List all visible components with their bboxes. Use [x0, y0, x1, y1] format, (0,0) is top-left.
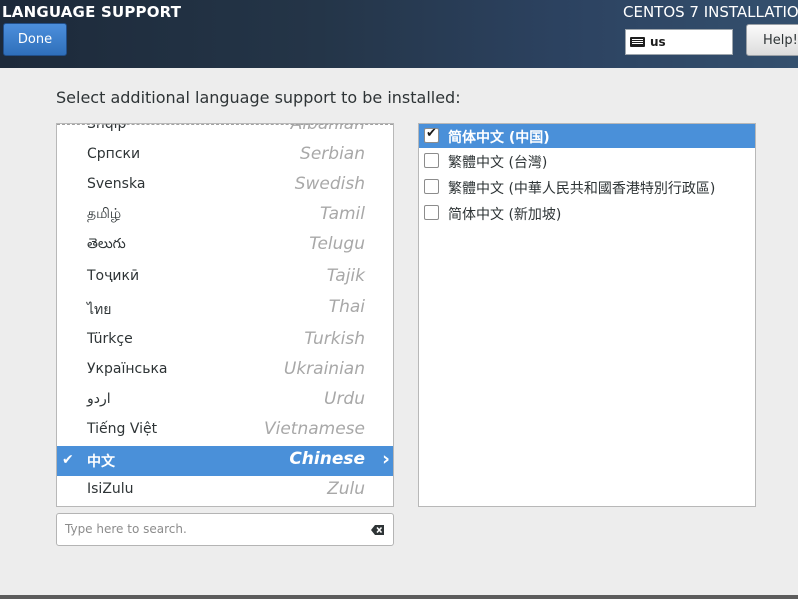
locale-label: 简体中文 (中国) — [448, 130, 550, 146]
language-row[interactable]: Svenska Swedish — [57, 171, 393, 201]
page-title: LANGUAGE SUPPORT — [2, 3, 182, 21]
language-row[interactable]: Српски Serbian — [57, 141, 393, 171]
locale-checkbox[interactable] — [424, 179, 439, 194]
language-native-name: Türkçe — [87, 331, 133, 347]
language-english-name: Tajik — [326, 266, 365, 286]
bottom-border — [0, 595, 798, 599]
language-native-name: Tiếng Việt — [87, 421, 158, 437]
keyboard-layout-label: us — [650, 35, 666, 49]
language-english-name: Chinese — [289, 449, 365, 469]
language-english-name: Tamil — [319, 204, 365, 224]
language-english-name: Thai — [328, 297, 365, 317]
language-native-name: IsiZulu — [87, 481, 134, 497]
language-native-name: اردو — [87, 391, 111, 407]
language-english-name: Zulu — [327, 479, 365, 499]
language-row[interactable]: தமிழ் Tamil — [57, 201, 393, 231]
clear-icon[interactable] — [371, 523, 385, 537]
keyboard-layout-indicator[interactable]: us — [625, 29, 733, 55]
language-native-name: 中文 — [87, 454, 115, 470]
help-button[interactable]: Help! — [746, 24, 798, 56]
language-row[interactable]: Тоҷикӣ Tajik — [57, 263, 393, 293]
locale-row[interactable]: 简体中文 (新加坡) — [419, 201, 755, 225]
language-row-selected[interactable]: ✔ 中文 Chinese › — [57, 446, 393, 476]
checkmark-icon: ✔ — [62, 452, 74, 468]
language-native-name: தமிழ் — [87, 206, 122, 222]
language-english-name: Urdu — [324, 389, 365, 409]
done-button[interactable]: Done — [3, 23, 67, 56]
language-row[interactable]: Shqip Albanian — [57, 124, 393, 141]
list-scroll-edge — [57, 124, 393, 125]
language-row[interactable]: ไทย Thai — [57, 294, 393, 324]
language-row[interactable]: IsiZulu Zulu — [57, 476, 393, 506]
language-native-name: Тоҷикӣ — [87, 268, 140, 284]
language-native-name: Українська — [87, 361, 168, 377]
language-row[interactable]: Türkçe Turkish — [57, 326, 393, 356]
product-title: CENTOS 7 INSTALLATION — [623, 3, 798, 21]
locale-row-selected[interactable]: 简体中文 (中国) — [419, 124, 755, 148]
search-placeholder: Type here to search. — [65, 522, 187, 536]
locale-checkbox[interactable] — [424, 205, 439, 220]
keyboard-icon — [630, 37, 645, 47]
locale-checkbox[interactable] — [424, 153, 439, 168]
language-english-name: Ukrainian — [283, 359, 365, 379]
locale-list[interactable]: 简体中文 (中国) 繁體中文 (台灣) 繁體中文 (中華人民共和國香港特別行政區… — [418, 123, 756, 507]
language-list[interactable]: Shqip Albanian Српски Serbian Svenska Sw… — [56, 123, 394, 507]
language-english-name: Vietnamese — [263, 419, 365, 439]
language-native-name: Српски — [87, 146, 141, 162]
header-bar: LANGUAGE SUPPORT CENTOS 7 INSTALLATION D… — [0, 0, 798, 68]
language-native-name: తెలుగు — [87, 236, 126, 252]
locale-row[interactable]: 繁體中文 (中華人民共和國香港特別行政區) — [419, 175, 755, 199]
language-native-name: ไทย — [87, 302, 112, 318]
chevron-right-icon: › — [382, 448, 390, 470]
language-row[interactable]: Українська Ukrainian — [57, 356, 393, 386]
locale-row[interactable]: 繁體中文 (台灣) — [419, 149, 755, 173]
language-row[interactable]: తెలుగు Telugu — [57, 231, 393, 261]
language-english-name: Telugu — [309, 234, 365, 254]
language-english-name: Serbian — [300, 144, 365, 164]
language-english-name: Swedish — [294, 174, 365, 194]
instruction-text: Select additional language support to be… — [56, 88, 461, 107]
locale-label: 简体中文 (新加坡) — [448, 207, 562, 223]
search-input[interactable]: Type here to search. — [56, 513, 394, 546]
language-row[interactable]: Tiếng Việt Vietnamese — [57, 416, 393, 446]
language-row[interactable]: اردو Urdu — [57, 386, 393, 416]
locale-label: 繁體中文 (中華人民共和國香港特別行政區) — [448, 181, 716, 197]
language-english-name: Turkish — [304, 329, 365, 349]
locale-label: 繁體中文 (台灣) — [448, 155, 548, 171]
language-native-name: Svenska — [87, 176, 146, 192]
locale-checkbox[interactable] — [424, 126, 439, 143]
